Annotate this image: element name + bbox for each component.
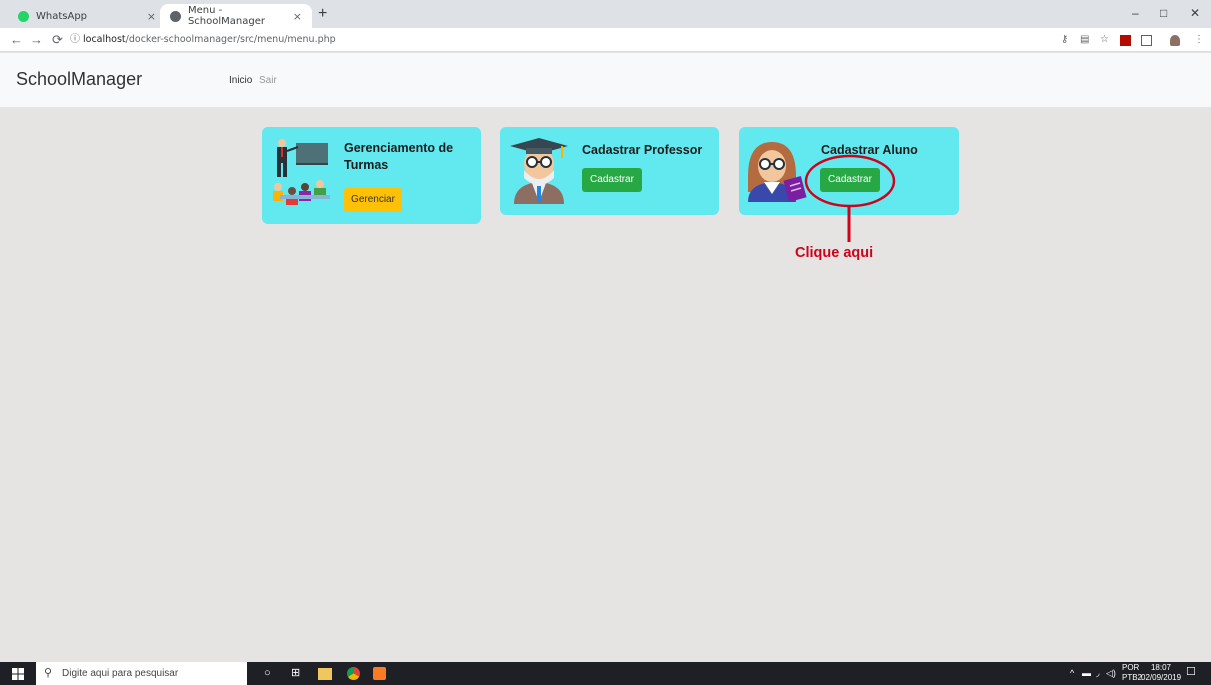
- windows-start-icon[interactable]: [12, 668, 24, 680]
- windows-taskbar: ⚲ Digite aqui para pesquisar ○ ⊞ ^ ▬ ◞ ◁…: [0, 662, 1211, 685]
- extension-icon[interactable]: [1141, 35, 1152, 46]
- close-tab-icon[interactable]: ×: [293, 10, 302, 23]
- tray-chevron-icon[interactable]: ^: [1070, 668, 1074, 678]
- classroom-icon: [273, 139, 330, 205]
- tab-whatsapp[interactable]: WhatsApp ×: [8, 4, 166, 28]
- browser-tab-strip: WhatsApp × Menu - SchoolManager × + – □ …: [0, 0, 1211, 28]
- notifications-icon[interactable]: ☐: [1186, 667, 1196, 678]
- forward-arrow-icon[interactable]: →: [30, 32, 43, 48]
- tab-schoolmanager[interactable]: Menu - SchoolManager ×: [160, 4, 312, 28]
- language-code: POR: [1122, 663, 1140, 672]
- back-arrow-icon[interactable]: ←: [10, 32, 23, 48]
- close-window-button[interactable]: ✕: [1190, 6, 1200, 20]
- gerenciar-button[interactable]: Gerenciar: [344, 188, 402, 212]
- browser-toolbar: ← → ⟳ ⓘ localhost/docker-schoolmanager/s…: [0, 28, 1211, 52]
- new-tab-button[interactable]: +: [318, 4, 327, 24]
- reload-icon[interactable]: ⟳: [52, 32, 63, 48]
- card-gerenciamento-turmas: Gerenciamento de Turmas Gerenciar: [262, 127, 481, 224]
- volume-icon[interactable]: ◁): [1106, 668, 1116, 678]
- network-icon[interactable]: ▬: [1082, 668, 1091, 678]
- card-title-line: Turmas: [344, 158, 389, 172]
- star-icon[interactable]: ☆: [1100, 32, 1109, 48]
- card-cadastrar-professor: Cadastrar Professor Cadastrar: [500, 127, 719, 215]
- card-title: Gerenciamento de Turmas: [344, 140, 476, 174]
- brand-logo[interactable]: SchoolManager: [16, 69, 142, 90]
- clock-date: 02/09/2019: [1141, 673, 1182, 682]
- search-icon: ⚲: [44, 667, 53, 679]
- translate-icon[interactable]: ▤: [1080, 32, 1089, 48]
- app-navbar: SchoolManager Inicio Sair: [0, 53, 1211, 107]
- cortana-icon[interactable]: ○: [264, 666, 271, 681]
- wifi-icon[interactable]: ◞: [1096, 668, 1100, 678]
- minimize-button[interactable]: –: [1132, 6, 1139, 20]
- globe-icon: [170, 10, 181, 22]
- taskbar-search-input[interactable]: ⚲ Digite aqui para pesquisar: [36, 662, 247, 685]
- close-tab-icon[interactable]: ×: [147, 10, 156, 23]
- profile-avatar-icon[interactable]: [1170, 35, 1180, 46]
- info-icon[interactable]: ⓘ: [70, 32, 80, 48]
- language-indicator[interactable]: POR PTB2: [1122, 663, 1142, 683]
- address-bar[interactable]: localhost/docker-schoolmanager/src/menu/…: [83, 32, 336, 48]
- whatsapp-icon: [18, 10, 29, 22]
- card-title-line: Gerenciamento de: [344, 141, 454, 155]
- task-view-icon[interactable]: ⊞: [291, 666, 300, 681]
- restore-button[interactable]: □: [1160, 6, 1167, 20]
- url-path: /docker-schoolmanager/src/menu/menu.php: [125, 34, 336, 45]
- xampp-icon[interactable]: [373, 667, 386, 680]
- nav-link-sair[interactable]: Sair: [259, 75, 277, 86]
- nav-link-inicio[interactable]: Inicio: [229, 75, 252, 86]
- file-explorer-icon[interactable]: [318, 668, 332, 680]
- url-host: localhost: [83, 34, 126, 45]
- pdf-extension-icon[interactable]: [1120, 35, 1131, 46]
- professor-icon: [510, 138, 568, 204]
- clock-time: 18:07: [1150, 663, 1172, 672]
- cadastrar-professor-button[interactable]: Cadastrar: [582, 168, 642, 192]
- tab-title: WhatsApp: [36, 10, 88, 22]
- annotation-callout: [804, 154, 896, 242]
- chrome-icon[interactable]: [347, 667, 360, 680]
- annotation-label: Clique aqui: [795, 245, 874, 261]
- search-placeholder: Digite aqui para pesquisar: [62, 668, 179, 679]
- keyboard-layout: PTB2: [1122, 673, 1143, 682]
- card-title: Cadastrar Professor: [582, 143, 703, 157]
- annotation-circle: [804, 154, 896, 208]
- key-icon[interactable]: ⚷: [1061, 32, 1068, 48]
- menu-dots-icon[interactable]: ⋮: [1194, 32, 1204, 48]
- tab-title: Menu - SchoolManager: [187, 5, 265, 27]
- clock[interactable]: 18:07 02/09/2019: [1141, 663, 1181, 683]
